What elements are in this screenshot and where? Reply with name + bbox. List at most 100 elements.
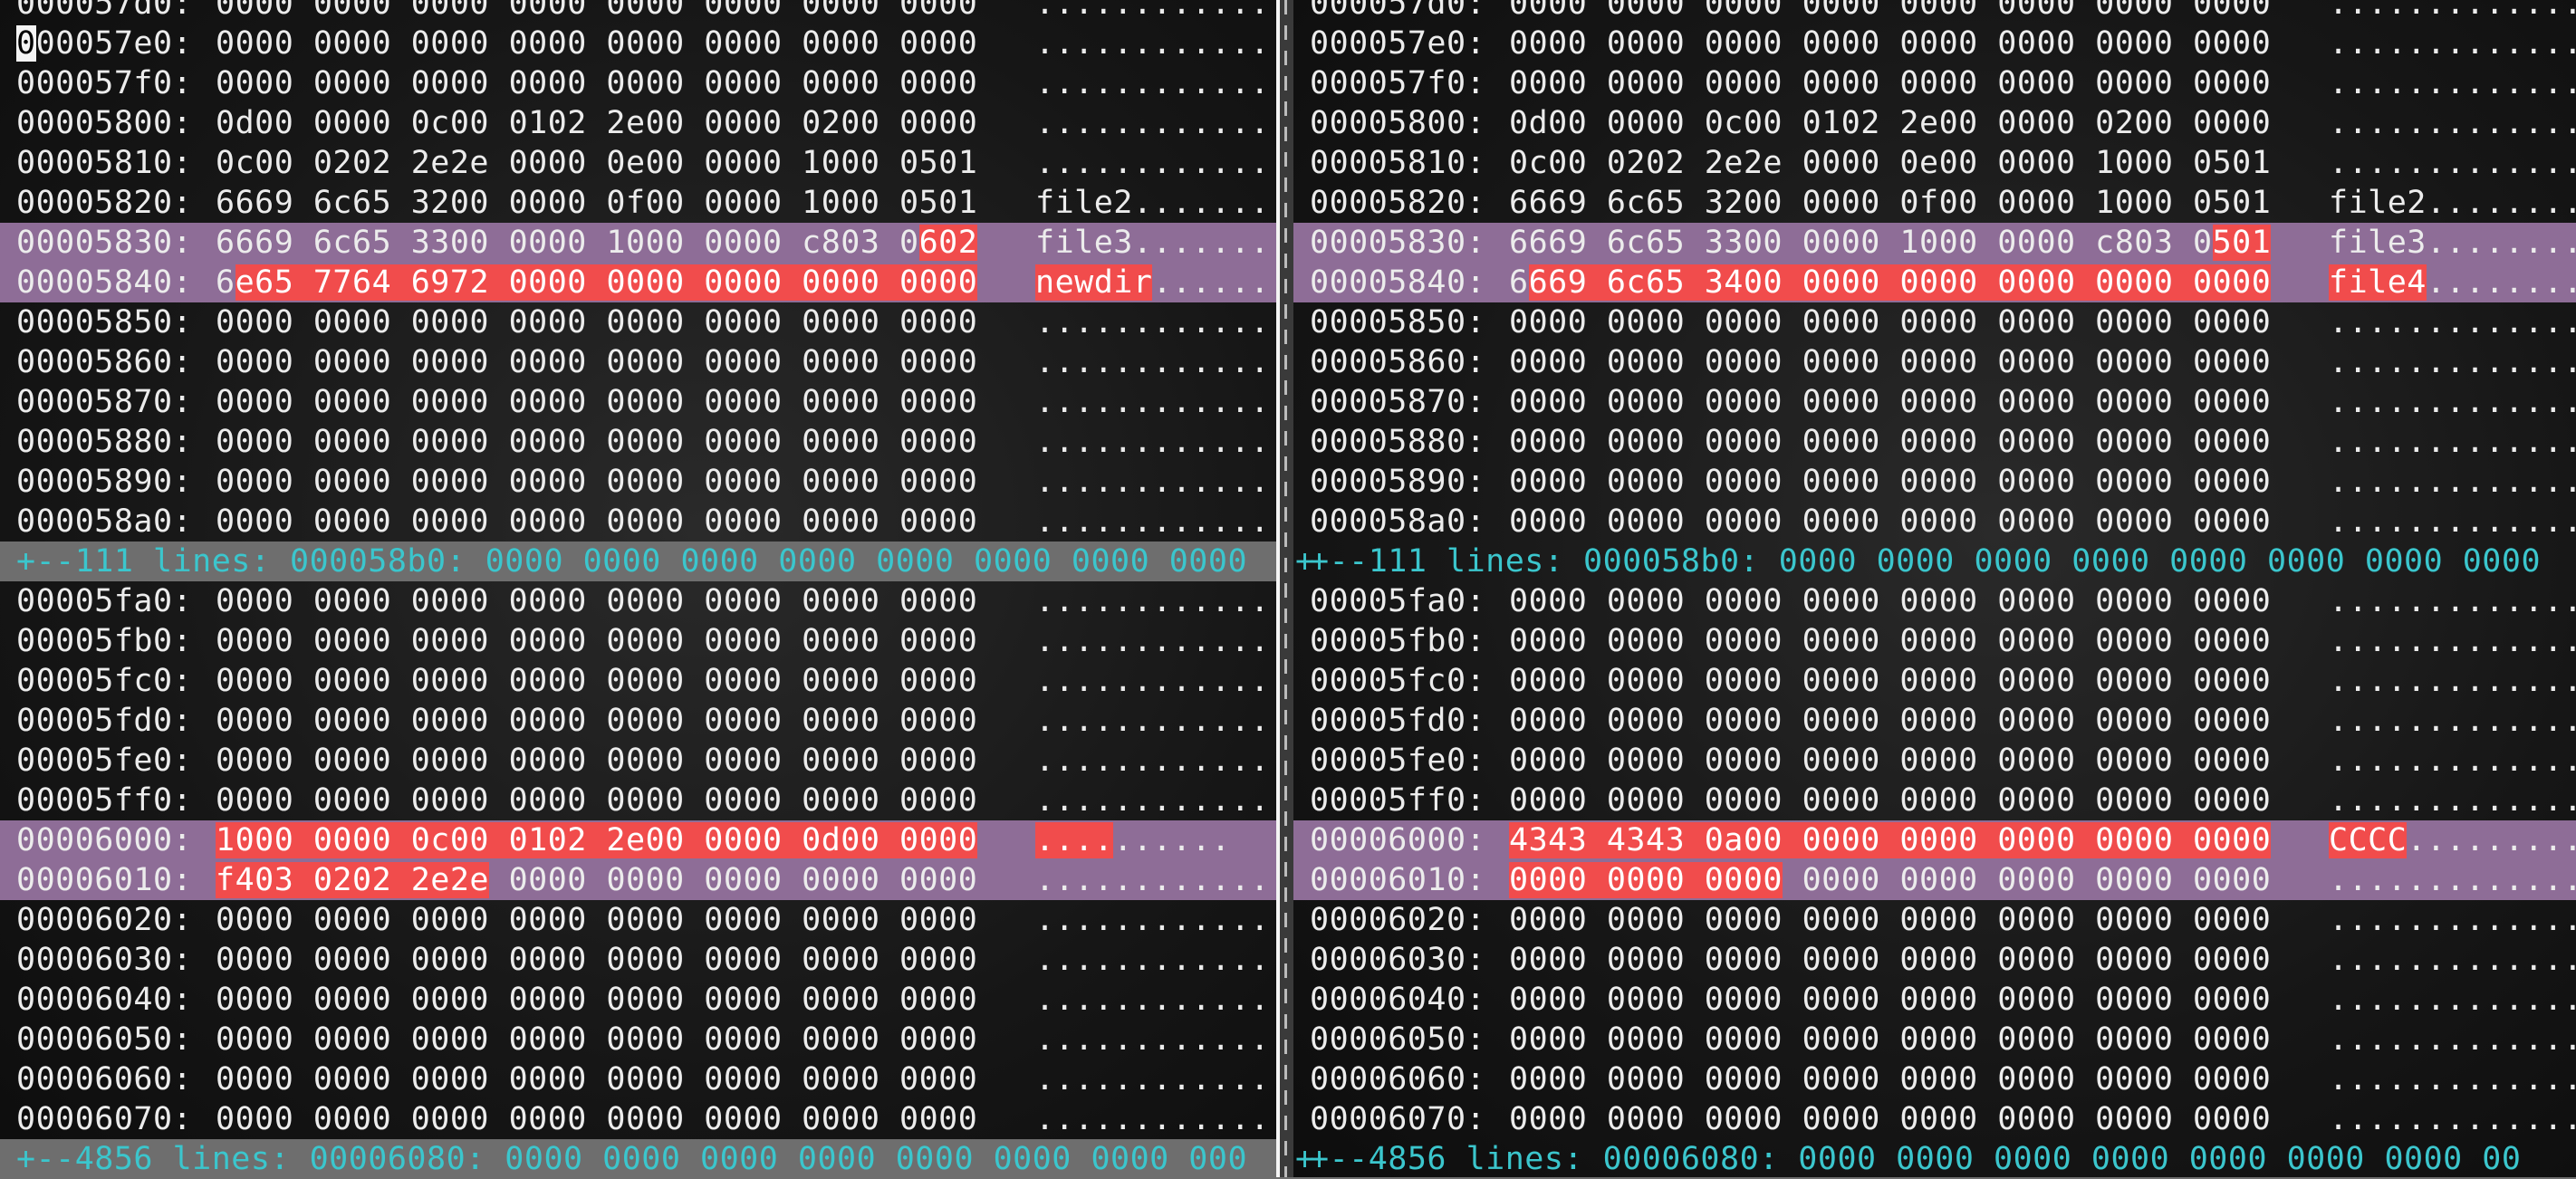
line-address: 00005fc0: [1310, 663, 1486, 699]
hex-line[interactable]: 00005850: 0000 0000 0000 0000 0000 0000 0… [0, 302, 1276, 342]
ascii-column: ................ [1035, 424, 1276, 460]
hex-line[interactable]: 00005860: 0000 0000 0000 0000 0000 0000 0… [1293, 342, 2576, 382]
hex-bytes: 0000 0000 0000 0000 0000 0000 0000 0000 [216, 503, 978, 540]
hex-bytes-same: 6669 6c65 3300 0000 1000 0000 c803 0 [216, 225, 919, 261]
hex-line[interactable]: 00005820: 6669 6c65 3200 0000 0f00 0000 1… [1293, 183, 2576, 223]
folded-lines-marker[interactable]: +--111 lines: 000058b0: 0000 0000 0000 0… [1293, 542, 2576, 581]
hex-line[interactable]: 00005810: 0c00 0202 2e2e 0000 0e00 0000 1… [0, 143, 1276, 183]
ascii-column: ................ [2329, 583, 2576, 619]
hex-bytes: 0000 0000 0000 0000 0000 0000 0000 0000 [216, 1101, 978, 1137]
hex-line[interactable]: 00005fe0: 0000 0000 0000 0000 0000 0000 0… [0, 741, 1276, 781]
hex-line[interactable]: 000058a0: 0000 0000 0000 0000 0000 0000 0… [1293, 502, 2576, 542]
hex-line[interactable]: 00005890: 0000 0000 0000 0000 0000 0000 0… [0, 462, 1276, 502]
hex-line[interactable]: 000057e0: 0000 0000 0000 0000 0000 0000 0… [1293, 24, 2576, 63]
hex-line[interactable]: 00006040: 0000 0000 0000 0000 0000 0000 0… [1293, 980, 2576, 1020]
hex-line[interactable]: 00005fb0: 0000 0000 0000 0000 0000 0000 0… [0, 621, 1276, 661]
ascii-column: ................ [1035, 862, 1276, 898]
hex-bytes: 0000 0000 0000 0000 0000 0000 0000 0000 [216, 0, 978, 22]
line-address: 00005880: [16, 424, 193, 460]
folded-lines-marker[interactable]: +--4856 lines: 00006080: 0000 0000 0000 … [0, 1139, 1276, 1177]
hex-line[interactable]: 00006060: 0000 0000 0000 0000 0000 0000 0… [1293, 1059, 2576, 1099]
hex-line[interactable]: 00006070: 0000 0000 0000 0000 0000 0000 0… [1293, 1099, 2576, 1139]
line-address: 00005fb0: [16, 623, 193, 659]
hex-line[interactable]: 00005800: 0d00 0000 0c00 0102 2e00 0000 0… [0, 103, 1276, 143]
folded-lines-marker[interactable]: +--4856 lines: 00006080: 0000 0000 0000 … [1293, 1139, 2576, 1177]
hex-line[interactable]: 00005fa0: 0000 0000 0000 0000 0000 0000 0… [1293, 581, 2576, 621]
ascii-diff: .... [1035, 822, 1114, 858]
line-address: 00006070: [16, 1101, 193, 1137]
hex-line[interactable]: 00005840: 6669 6c65 3400 0000 0000 0000 0… [1293, 263, 2576, 302]
left-diff-pane[interactable]: 000057d0: 0000 0000 0000 0000 0000 0000 0… [0, 0, 1276, 1177]
vimdiff-window: 000057d0: 0000 0000 0000 0000 0000 0000 0… [0, 0, 2576, 1177]
hex-line[interactable]: 00005fd0: 0000 0000 0000 0000 0000 0000 0… [0, 701, 1276, 741]
hex-bytes: 0000 0000 0000 0000 0000 0000 0000 0000 [1509, 703, 2272, 739]
hex-line[interactable]: 00006030: 0000 0000 0000 0000 0000 0000 0… [0, 940, 1276, 980]
hex-line[interactable]: 00005840: 6e65 7764 6972 0000 0000 0000 0… [0, 263, 1276, 302]
hex-line[interactable]: 00005fd0: 0000 0000 0000 0000 0000 0000 0… [1293, 701, 2576, 741]
line-address: 00006050: [16, 1021, 193, 1058]
hex-line[interactable]: 00006010: f403 0202 2e2e 0000 0000 0000 0… [0, 860, 1276, 900]
hex-line[interactable]: 00006000: 1000 0000 0c00 0102 2e00 0000 0… [0, 820, 1276, 860]
hex-line[interactable]: 00006030: 0000 0000 0000 0000 0000 0000 0… [1293, 940, 2576, 980]
hex-line[interactable]: 000057d0: 0000 0000 0000 0000 0000 0000 0… [1293, 0, 2576, 24]
fold-summary: +--111 lines: 000058b0: 0000 0000 0000 0… [16, 543, 1248, 580]
hex-bytes: 0000 0000 0000 0000 0000 0000 0000 0000 [216, 982, 978, 1018]
line-address: 000057f0: [1310, 65, 1486, 101]
line-address: 00005860: [1310, 344, 1486, 380]
ascii-column: ................ [2329, 25, 2576, 62]
hex-line[interactable]: 00005fc0: 0000 0000 0000 0000 0000 0000 0… [1293, 661, 2576, 701]
fold-summary: +--4856 lines: 00006080: 0000 0000 0000 … [16, 1141, 1248, 1177]
hex-bytes: 0000 0000 0000 0000 0000 0000 0000 0000 [216, 743, 978, 779]
ascii-column: ................ [1035, 623, 1276, 659]
hex-line[interactable]: 00005fa0: 0000 0000 0000 0000 0000 0000 0… [0, 581, 1276, 621]
hex-line[interactable]: 00005850: 0000 0000 0000 0000 0000 0000 0… [1293, 302, 2576, 342]
hex-bytes: 0000 0000 0000 0000 0000 0000 0000 0000 [1509, 384, 2272, 420]
hex-line[interactable]: 00006010: 0000 0000 0000 0000 0000 0000 0… [1293, 860, 2576, 900]
hex-line[interactable]: 00005880: 0000 0000 0000 0000 0000 0000 0… [0, 422, 1276, 462]
hex-line[interactable]: 000057e0: 0000 0000 0000 0000 0000 0000 0… [0, 24, 1276, 63]
ascii-column: ................ [1035, 464, 1276, 500]
line-address: 00006010: [1310, 862, 1486, 898]
hex-line[interactable]: 00006040: 0000 0000 0000 0000 0000 0000 0… [0, 980, 1276, 1020]
hex-line[interactable]: 00006050: 0000 0000 0000 0000 0000 0000 0… [1293, 1020, 2576, 1059]
hex-line[interactable]: 00005830: 6669 6c65 3300 0000 1000 0000 c… [0, 223, 1276, 263]
line-address: 00006020: [1310, 902, 1486, 938]
hex-line[interactable]: 00005890: 0000 0000 0000 0000 0000 0000 0… [1293, 462, 2576, 502]
folded-lines-marker[interactable]: +--111 lines: 000058b0: 0000 0000 0000 0… [0, 542, 1276, 581]
hex-line[interactable]: 000057d0: 0000 0000 0000 0000 0000 0000 0… [0, 0, 1276, 24]
line-address: 000057f0: [16, 65, 193, 101]
hex-line[interactable]: 00005830: 6669 6c65 3300 0000 1000 0000 c… [1293, 223, 2576, 263]
right-diff-pane[interactable]: 000057d0: 0000 0000 0000 0000 0000 0000 0… [1293, 0, 2576, 1177]
hex-line[interactable]: 00005880: 0000 0000 0000 0000 0000 0000 0… [1293, 422, 2576, 462]
hex-bytes: f403 0202 2e2e 0000 0000 0000 0000 0000 [216, 860, 977, 900]
hex-line[interactable]: 000057f0: 0000 0000 0000 0000 0000 0000 0… [0, 63, 1276, 103]
ascii-column: file2........... [1035, 185, 1276, 221]
hex-line[interactable]: 00005860: 0000 0000 0000 0000 0000 0000 0… [0, 342, 1276, 382]
hex-line[interactable]: 00006070: 0000 0000 0000 0000 0000 0000 0… [0, 1099, 1276, 1139]
hex-line[interactable]: 00005870: 0000 0000 0000 0000 0000 0000 0… [0, 382, 1276, 422]
hex-line[interactable]: 00006050: 0000 0000 0000 0000 0000 0000 0… [0, 1020, 1276, 1059]
ascii-column: ................ [1035, 902, 1276, 938]
hex-line[interactable]: 00005ff0: 0000 0000 0000 0000 0000 0000 0… [1293, 781, 2576, 820]
line-address: 00006030: [16, 942, 193, 978]
ascii-column: ................ [2329, 982, 2576, 1018]
hex-line[interactable]: 00006000: 4343 4343 0a00 0000 0000 0000 0… [1293, 820, 2576, 860]
hex-line[interactable]: 00005fb0: 0000 0000 0000 0000 0000 0000 0… [1293, 621, 2576, 661]
hex-line[interactable]: 00005810: 0c00 0202 2e2e 0000 0e00 0000 1… [1293, 143, 2576, 183]
hex-line[interactable]: 00005fc0: 0000 0000 0000 0000 0000 0000 0… [0, 661, 1276, 701]
hex-line[interactable]: 00006060: 0000 0000 0000 0000 0000 0000 0… [0, 1059, 1276, 1099]
line-address: 00005890: [1310, 464, 1486, 500]
hex-line[interactable]: 00005fe0: 0000 0000 0000 0000 0000 0000 0… [1293, 741, 2576, 781]
hex-line[interactable]: 000058a0: 0000 0000 0000 0000 0000 0000 0… [0, 502, 1276, 542]
hex-bytes: 0000 0000 0000 0000 0000 0000 0000 0000 [216, 583, 978, 619]
line-address: 00005880: [1310, 424, 1486, 460]
hex-line[interactable]: 00005ff0: 0000 0000 0000 0000 0000 0000 0… [0, 781, 1276, 820]
line-address: 00006060: [16, 1061, 193, 1098]
hex-line[interactable]: 00006020: 0000 0000 0000 0000 0000 0000 0… [0, 900, 1276, 940]
hex-line[interactable]: 00005870: 0000 0000 0000 0000 0000 0000 0… [1293, 382, 2576, 422]
hex-line[interactable]: 00006020: 0000 0000 0000 0000 0000 0000 0… [1293, 900, 2576, 940]
hex-line[interactable]: 00005800: 0d00 0000 0c00 0102 2e00 0000 0… [1293, 103, 2576, 143]
hex-line[interactable]: 000057f0: 0000 0000 0000 0000 0000 0000 0… [1293, 63, 2576, 103]
hex-line[interactable]: 00005820: 6669 6c65 3200 0000 0f00 0000 1… [0, 183, 1276, 223]
hex-bytes: 0d00 0000 0c00 0102 2e00 0000 0200 0000 [216, 105, 978, 141]
